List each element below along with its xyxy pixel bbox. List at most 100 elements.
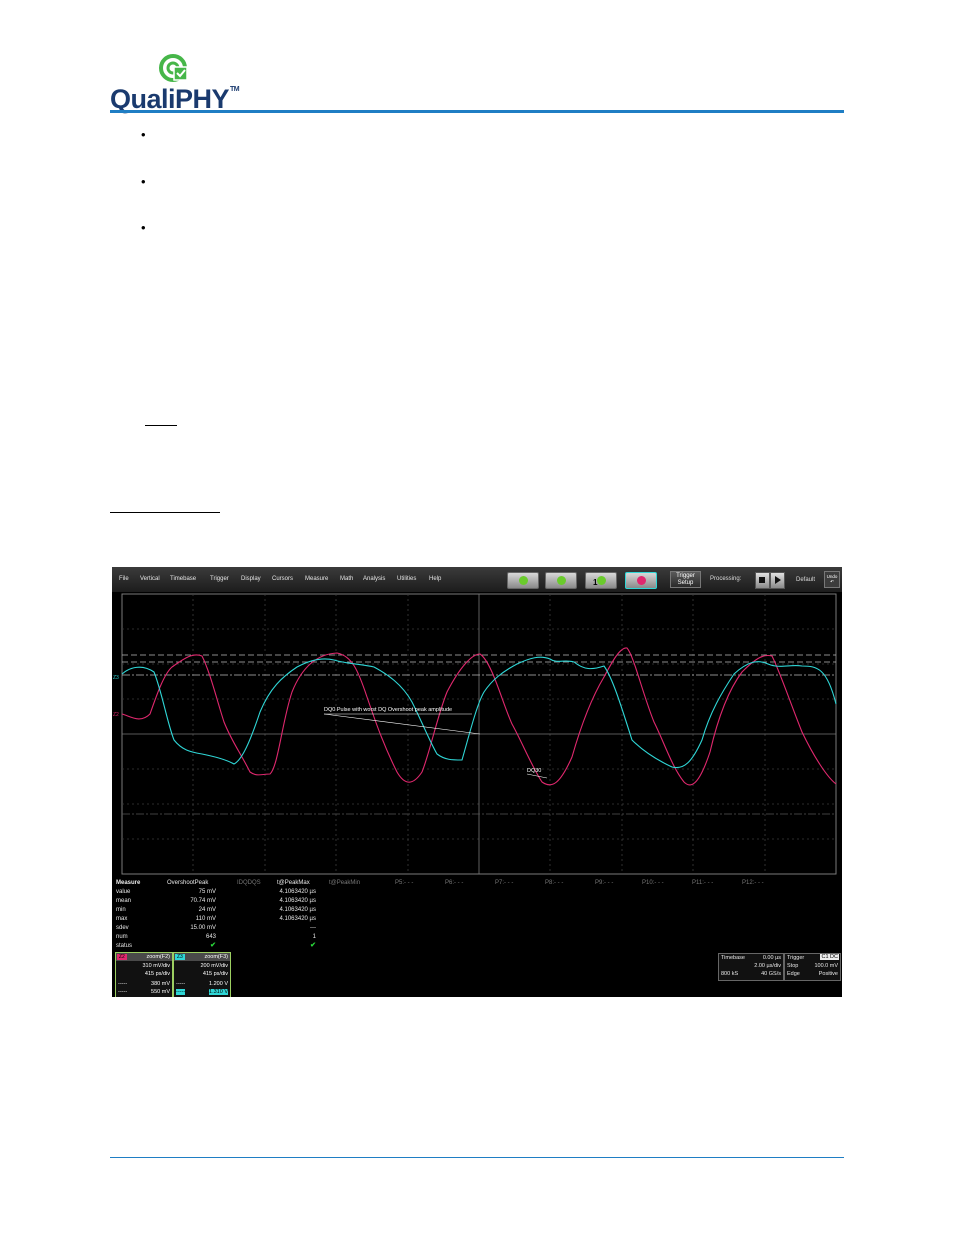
p9-header[interactable]: P9:- - - xyxy=(595,880,613,886)
p3-min: 4.1063420 µs xyxy=(279,907,317,913)
dq30-annotation-label: DQ30 xyxy=(527,768,541,774)
pulse-annotation-label: DQ0 Pulse with worst DQ Overshoot peak a… xyxy=(324,707,452,713)
p5-header[interactable]: P5:- - - xyxy=(395,880,413,886)
timebase-delay: 0.00 µs xyxy=(762,955,781,961)
trigger-mode: Stop xyxy=(787,963,799,969)
header-rule xyxy=(110,110,844,113)
p1-min: 24 mV xyxy=(198,907,216,913)
p3-value: 4.1063420 µs xyxy=(279,889,317,895)
p4-header[interactable]: t@PeakMin xyxy=(329,880,360,886)
default-setup-label[interactable]: Default xyxy=(796,577,815,583)
p12-header[interactable]: P12:- - - xyxy=(742,880,764,886)
timebase-points: 800 kS xyxy=(721,971,739,977)
num-row-label: num xyxy=(116,934,128,940)
z2-marker: Z2 xyxy=(113,712,119,718)
bullet-3: • xyxy=(141,220,146,235)
bullet-1: • xyxy=(141,127,146,142)
p2-header[interactable]: IDQDQS xyxy=(237,880,261,886)
trigger-descriptor[interactable]: Trigger C1 DC Stop 100.0 mV Edge Positiv… xyxy=(784,953,841,981)
menu-display[interactable]: Display xyxy=(241,576,261,582)
z3-c2-value: 1.310 V xyxy=(209,989,228,995)
stop-icon xyxy=(636,576,646,585)
z3-title: zoom(F3) xyxy=(204,954,228,960)
menu-math[interactable]: Math xyxy=(340,576,353,582)
p1-sdev: 15.00 mV xyxy=(190,925,216,931)
underline-fragment-1 xyxy=(145,425,177,426)
stop-processing-button[interactable] xyxy=(755,572,770,589)
single-icon xyxy=(596,576,606,585)
p1-mean: 70.74 mV xyxy=(190,898,216,904)
p3-mean: 4.1063420 µs xyxy=(279,898,317,904)
menu-measure[interactable]: Measure xyxy=(305,576,328,582)
trigger-setup-button[interactable]: Trigger Setup xyxy=(670,571,701,588)
scope-menu-bar: File Vertical Timebase Trigger Display C… xyxy=(112,567,842,593)
menu-analysis[interactable]: Analysis xyxy=(363,576,385,582)
z2-title: zoom(F2) xyxy=(146,954,170,960)
trigger-slope: Positive xyxy=(818,971,838,977)
p1-max: 110 mV xyxy=(195,916,216,922)
timebase-div: 2.00 µs/div xyxy=(754,963,781,969)
value-row-label: value xyxy=(116,889,131,895)
toolbar-button-2[interactable] xyxy=(545,572,577,589)
p3-sdev: --- xyxy=(310,925,316,931)
status-row-label: status xyxy=(116,943,133,949)
p1-value: 75 mV xyxy=(198,889,216,895)
z3-c1-value: 1.200 V xyxy=(209,981,228,987)
menu-utilities[interactable]: Utilities xyxy=(397,576,416,582)
z2-c2-value: 550 mV xyxy=(151,989,170,995)
z3-descriptor-box[interactable]: Z3 zoom(F3) 200 mV/div 415 ps/div ----- … xyxy=(173,952,231,997)
z3-c1-label: ----- xyxy=(176,981,186,987)
z2-title-bar: Z2 zoom(F2) xyxy=(116,953,172,961)
p3-num: 1 xyxy=(312,934,316,940)
qualiphy-logo-mark-icon xyxy=(159,54,188,82)
run-icon xyxy=(518,576,528,585)
z3-marker: Z3 xyxy=(113,675,119,681)
p3-max: 4.1063420 µs xyxy=(279,916,317,922)
menu-timebase[interactable]: Timebase xyxy=(170,576,196,582)
trigger-level: 100.0 mV xyxy=(814,963,838,969)
p7-header[interactable]: P7:- - - xyxy=(495,880,513,886)
p3-header[interactable]: t@PeakMax xyxy=(277,880,310,886)
p8-header[interactable]: P8:- - - xyxy=(545,880,563,886)
trigger-type: Edge xyxy=(787,971,800,977)
p1-header[interactable]: OvershootPeak xyxy=(167,880,208,886)
measure-table: Measure value mean min max sdev num stat… xyxy=(112,875,842,951)
z3-title-bar: Z3 zoom(F3) xyxy=(174,953,230,961)
play-processing-button[interactable] xyxy=(770,572,785,589)
menu-help[interactable]: Help xyxy=(429,576,441,582)
menu-vertical[interactable]: Vertical xyxy=(140,576,160,582)
p11-header[interactable]: P11:- - - xyxy=(692,880,713,886)
play-icon xyxy=(775,576,781,584)
mean-row-label: mean xyxy=(116,898,132,904)
min-row-label: min xyxy=(116,907,126,913)
z2-c1-value: 380 mV xyxy=(151,981,170,987)
qualiphy-logo: QualiPHYTM xyxy=(110,52,250,114)
p10-header[interactable]: P10:- - - xyxy=(642,880,664,886)
z2-vdiv: 310 mV/div xyxy=(142,963,170,969)
timebase-label: Timebase xyxy=(721,955,745,961)
square-stop-icon xyxy=(759,577,765,583)
z2-descriptor-box[interactable]: Z2 zoom(F2) 310 mV/div 415 ps/div ----- … xyxy=(115,952,173,997)
p6-header[interactable]: P6:- - - xyxy=(445,880,463,886)
auto-icon xyxy=(556,576,566,585)
z3-tdiv: 415 ps/div xyxy=(202,971,228,977)
p1-status-check-icon: ✔ xyxy=(210,942,216,949)
menu-cursors[interactable]: Cursors xyxy=(272,576,293,582)
undo-button[interactable]: Undo ↶ xyxy=(824,571,840,588)
footer-rule xyxy=(110,1157,844,1158)
sdev-row-label: sdev xyxy=(116,925,129,931)
processing-label: Processing: xyxy=(710,576,742,582)
z2-c2-label: ----- xyxy=(118,989,128,995)
menu-file[interactable]: File xyxy=(119,576,129,582)
p3-status-check-icon: ✔ xyxy=(310,942,316,949)
toolbar-button-3[interactable]: 1 xyxy=(585,572,617,589)
toolbar-button-1[interactable] xyxy=(507,572,539,589)
z2-tdiv: 415 ps/div xyxy=(144,971,170,977)
single-count: 1 xyxy=(593,578,598,587)
timebase-descriptor[interactable]: Timebase 0.00 µs 2.00 µs/div 800 kS 40 G… xyxy=(718,953,784,981)
bullet-2: • xyxy=(141,174,146,189)
underline-fragment-2 xyxy=(110,512,220,513)
trigger-source-badge: C1 DC xyxy=(820,954,839,960)
toolbar-button-4[interactable] xyxy=(625,572,657,589)
menu-trigger[interactable]: Trigger xyxy=(210,576,229,582)
